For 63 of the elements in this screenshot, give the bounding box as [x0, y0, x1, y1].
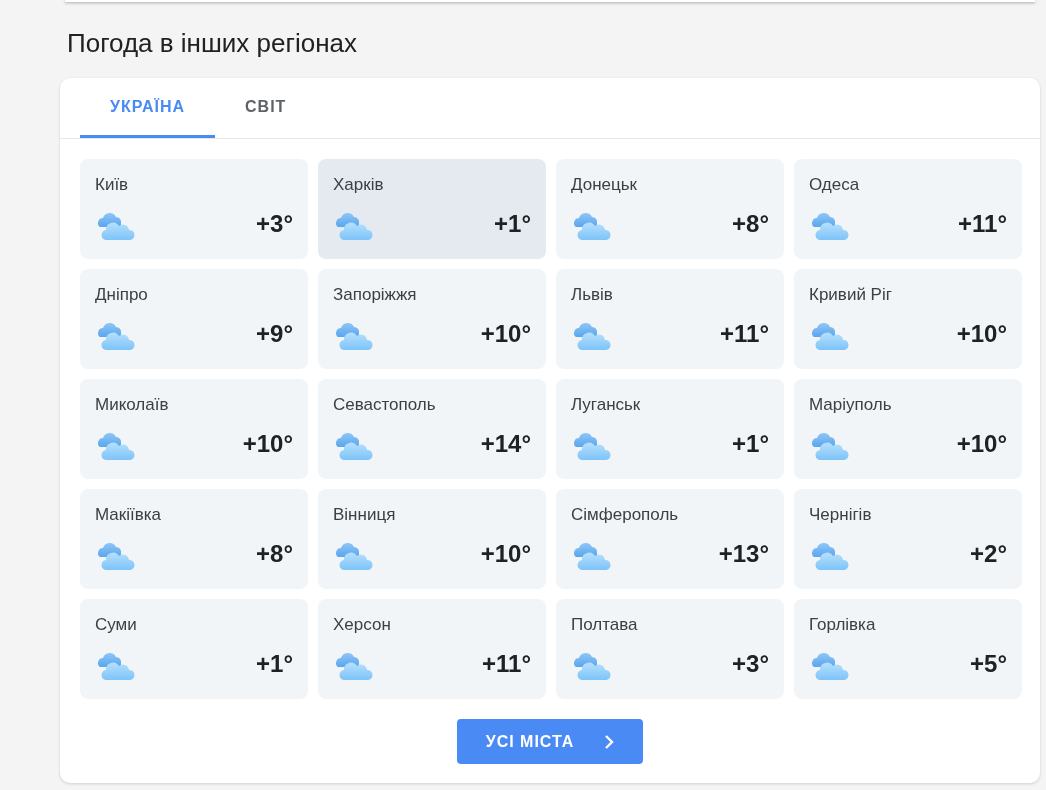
city-name: Донецьк: [571, 174, 639, 197]
city-name: Вінниця: [333, 504, 397, 527]
temperature: +3°: [256, 208, 293, 239]
city-name: Херсон: [333, 614, 392, 637]
city-name: Севастополь: [333, 394, 437, 417]
temperature: +10°: [956, 318, 1007, 349]
temperature: +13°: [718, 538, 769, 569]
temperature: +9°: [256, 318, 293, 349]
city-name: Дніпро: [95, 284, 149, 307]
city-tile[interactable]: Севастополь +14°: [318, 379, 546, 480]
temperature: +1°: [256, 648, 293, 679]
city-name: Маріуполь: [809, 394, 893, 417]
temperature: +11°: [482, 648, 531, 679]
city-tile[interactable]: Львів +11°: [556, 269, 784, 370]
city-name: Горлівка: [809, 614, 877, 637]
chevron-right-icon: [604, 733, 615, 750]
tab[interactable]: СВІТ: [215, 78, 317, 139]
city-name: Сімферополь: [571, 504, 680, 527]
section-heading: Погода в інших регіонах: [67, 28, 359, 60]
city-tile[interactable]: Київ +3°: [80, 159, 308, 260]
city-name: Чернігів: [809, 504, 873, 527]
temperature: +10°: [242, 428, 293, 459]
temperature: +1°: [732, 428, 769, 459]
city-name: Миколаїв: [95, 394, 170, 417]
temperature: +2°: [970, 538, 1007, 569]
city-tile[interactable]: Сімферополь +13°: [556, 489, 784, 590]
city-tile[interactable]: Чернігів +2°: [794, 489, 1022, 590]
temperature: +5°: [970, 648, 1007, 679]
city-tile[interactable]: Запоріжжя +10°: [318, 269, 546, 370]
city-name: Кривий Ріг: [809, 284, 893, 307]
temperature: +3°: [732, 648, 769, 679]
temperature: +1°: [494, 208, 531, 239]
city-tile[interactable]: Дніпро +9°: [80, 269, 308, 370]
temperature: +8°: [256, 538, 293, 569]
city-name: Львів: [571, 284, 614, 307]
city-tile[interactable]: Харків +1°: [318, 159, 546, 260]
city-tile[interactable]: Донецьк +8°: [556, 159, 784, 260]
city-tile[interactable]: Миколаїв +10°: [80, 379, 308, 480]
temperature: +10°: [956, 428, 1007, 459]
temperature: +8°: [732, 208, 769, 239]
city-name: Полтава: [571, 614, 639, 637]
city-tile[interactable]: Одеса +11°: [794, 159, 1022, 260]
city-tile[interactable]: Маріуполь +10°: [794, 379, 1022, 480]
temperature: +11°: [720, 318, 769, 349]
city-tile[interactable]: Кривий Ріг +10°: [794, 269, 1022, 370]
city-tile[interactable]: Луганськ +1°: [556, 379, 784, 480]
temperature: +10°: [480, 318, 531, 349]
city-name: Суми: [95, 614, 138, 637]
city-tile[interactable]: Херсон +11°: [318, 599, 546, 700]
city-tile[interactable]: Горлівка +5°: [794, 599, 1022, 700]
temperature: +10°: [480, 538, 531, 569]
city-name: Харків: [333, 174, 385, 197]
city-name: Луганськ: [571, 394, 642, 417]
city-tile[interactable]: Полтава +3°: [556, 599, 784, 700]
city-tile[interactable]: Суми +1°: [80, 599, 308, 700]
temperature: +11°: [958, 208, 1007, 239]
city-name: Одеса: [809, 174, 861, 197]
city-tile[interactable]: Макіївка +8°: [80, 489, 308, 590]
temperature: +14°: [480, 428, 531, 459]
city-name: Запоріжжя: [333, 284, 418, 307]
city-tile[interactable]: Вінниця +10°: [318, 489, 546, 590]
city-name: Макіївка: [95, 504, 163, 527]
city-name: Київ: [95, 174, 130, 197]
